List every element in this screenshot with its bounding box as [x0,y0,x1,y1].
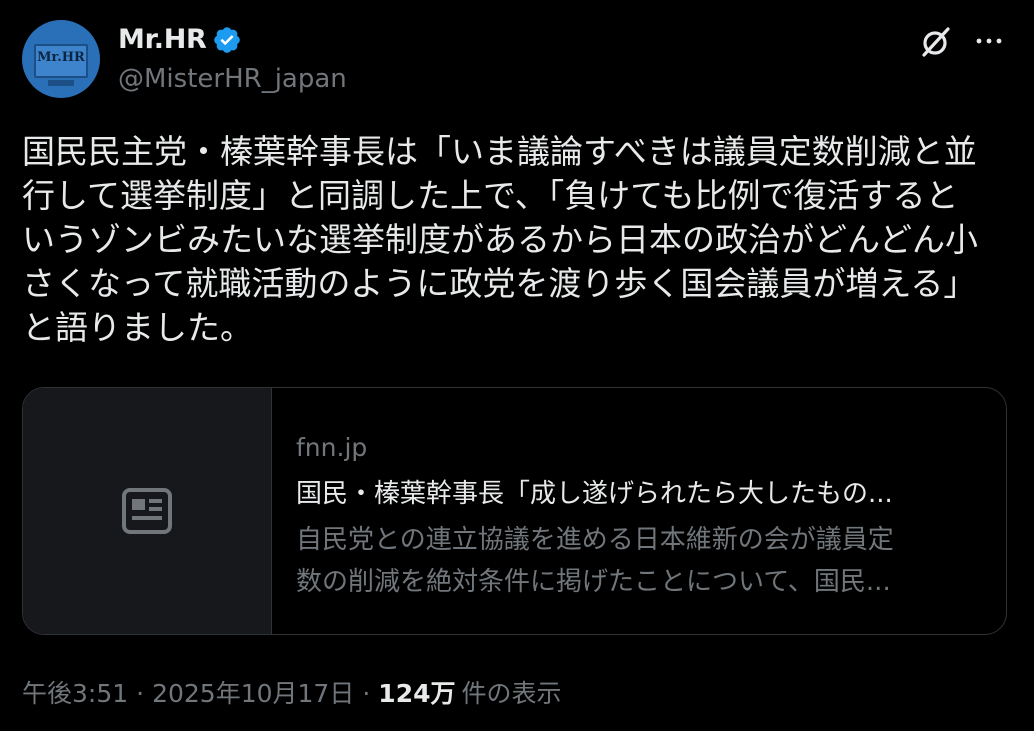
tweet-time[interactable]: 午後3:51 [22,674,128,710]
views-count[interactable]: 124万 [378,674,455,710]
author-handle[interactable]: @MisterHR_japan [118,64,347,94]
more-icon[interactable] [972,26,1006,56]
verified-badge-icon[interactable] [212,25,242,55]
tweet-date[interactable]: 2025年10月17日 [152,674,354,710]
link-preview-card[interactable]: fnn.jp 国民・榛葉幹事長「成し遂げられたら大したもの... 自民党との連立… [22,387,1007,635]
card-thumbnail [23,388,272,634]
news-article-icon [122,488,172,534]
tweet-meta: 午後3:51 · 2025年10月17日 · 124万 件の表示 [22,674,562,710]
card-title: 国民・榛葉幹事長「成し遂げられたら大したもの... [296,479,893,509]
avatar-logo-text: Mr.HR [37,50,85,65]
avatar-monitor-stand [48,80,74,86]
avatar[interactable]: Mr.HR [22,20,100,98]
card-description: 自民党との連立協議を進める日本維新の会が議員定 数の削減を絶対条件に掲げたことに… [296,525,894,597]
grok-icon[interactable] [918,24,954,60]
views-label: 件の表示 [461,679,562,708]
meta-separator: · [136,679,145,708]
author-name-row: Mr.HR [118,24,242,55]
author-display-name[interactable]: Mr.HR [118,24,207,55]
meta-separator: · [362,679,371,708]
tweet-text: 国民民主党・榛葉幹事長は「いま議論すべきは議員定数削減と並 行して選挙制度」と同… [22,132,979,347]
card-domain: fnn.jp [296,433,368,462]
